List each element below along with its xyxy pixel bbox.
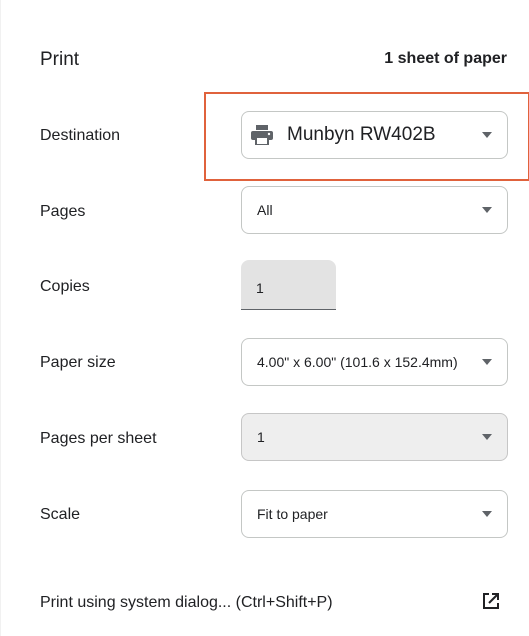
page-title: Print (40, 49, 80, 70)
chevron-down-icon (482, 359, 492, 365)
destination-select[interactable]: Munbyn RW402B (241, 111, 508, 159)
chevron-down-icon (482, 511, 492, 517)
sheet-count: 1 sheet of paper (384, 50, 507, 67)
paper-size-select[interactable]: 4.00" x 6.00" (101.6 x 152.4mm) (241, 338, 508, 386)
pages-per-sheet-select[interactable]: 1 (241, 413, 508, 461)
pages-per-sheet-value: 1 (257, 429, 265, 445)
chevron-down-icon (482, 132, 492, 138)
pages-value: All (257, 202, 273, 218)
chevron-down-icon (482, 434, 492, 440)
print-settings-panel: Print 1 sheet of paper Destination Munby… (0, 0, 529, 636)
pages-select[interactable]: All (241, 186, 508, 234)
open-in-new-icon[interactable] (481, 591, 501, 611)
paper-size-value: 4.00" x 6.00" (101.6 x 152.4mm) (257, 354, 458, 370)
copies-input[interactable]: 1 (241, 260, 336, 310)
scale-value: Fit to paper (257, 506, 328, 522)
destination-label: Destination (40, 127, 121, 144)
destination-value: Munbyn RW402B (287, 124, 436, 145)
scale-label: Scale (40, 506, 81, 523)
pages-per-sheet-label: Pages per sheet (40, 430, 157, 447)
copies-label: Copies (40, 278, 90, 295)
pages-label: Pages (40, 203, 86, 220)
printer-icon (251, 125, 273, 145)
copies-value: 1 (256, 279, 264, 296)
system-dialog-link[interactable]: Print using system dialog... (Ctrl+Shift… (40, 594, 333, 612)
chevron-down-icon (482, 207, 492, 213)
paper-size-label: Paper size (40, 354, 116, 371)
scale-select[interactable]: Fit to paper (241, 490, 508, 538)
